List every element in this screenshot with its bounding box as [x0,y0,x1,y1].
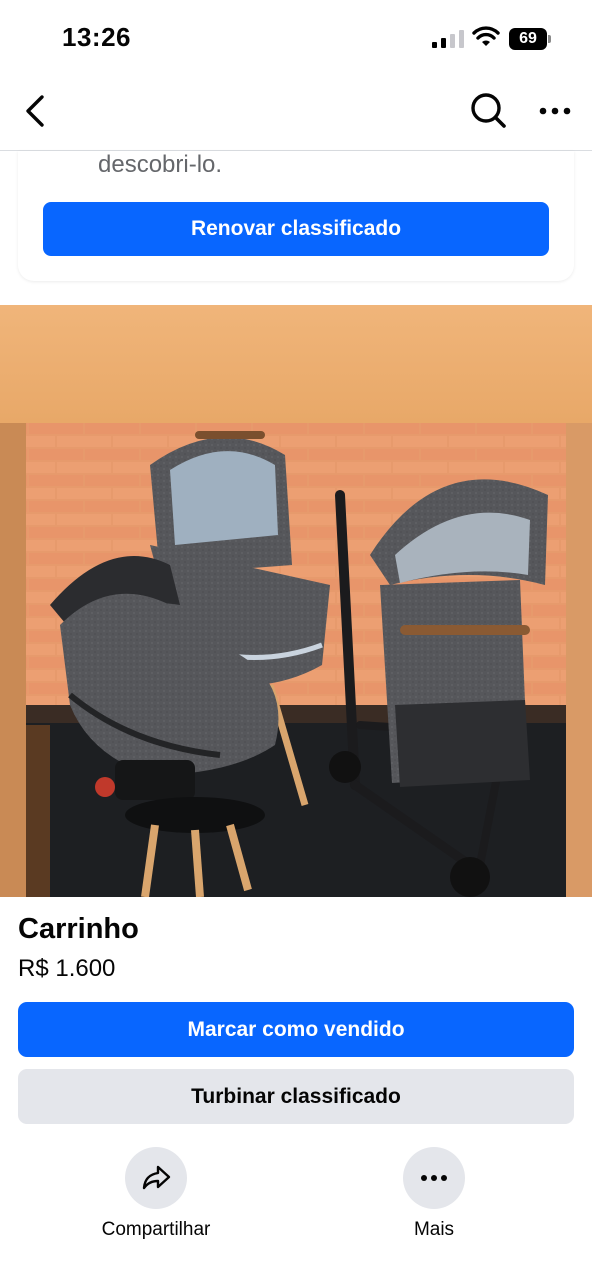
share-arrow-icon [142,1165,171,1190]
listing-photo[interactable] [0,305,592,897]
top-nav-bar [0,78,592,151]
more-button[interactable] [403,1147,465,1209]
share-label: Compartilhar [101,1219,211,1240]
listing-title: Carrinho [18,913,139,945]
status-bar: 13:26 69 [0,0,592,78]
share-action[interactable]: Compartilhar [86,1147,226,1241]
status-time: 13:26 [62,22,131,52]
battery-icon: 69 [509,28,551,50]
battery-level: 69 [509,28,547,50]
renew-listing-card: descobri-lo. Renovar classificado [18,151,574,281]
more-action[interactable]: Mais [364,1147,504,1241]
search-icon[interactable] [468,90,508,130]
listing-price: R$ 1.600 [18,955,116,982]
back-chevron-icon[interactable] [20,94,52,128]
signal-icon [432,30,464,48]
renew-listing-button[interactable]: Renovar classificado [43,202,549,256]
boost-listing-button[interactable]: Turbinar classificado [18,1069,574,1124]
more-horizontal-icon [421,1175,447,1181]
more-label: Mais [413,1219,455,1240]
more-horizontal-icon[interactable] [536,96,576,126]
mark-as-sold-button[interactable]: Marcar como vendido [18,1002,574,1057]
stroller-travel-system-photo [0,305,592,897]
wifi-icon [472,26,500,46]
renew-card-text: descobri-lo. [98,151,223,178]
share-button[interactable] [125,1147,187,1209]
